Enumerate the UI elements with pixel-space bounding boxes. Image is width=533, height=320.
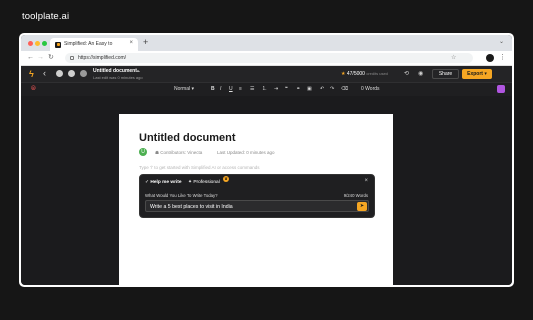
prompt-input[interactable]: Write a 5 best places to visit in India … bbox=[145, 200, 369, 212]
url-text: https://simplified.com/ bbox=[78, 55, 127, 61]
numbered-list-icon[interactable]: ⒈ bbox=[262, 85, 267, 93]
forward-icon[interactable]: → bbox=[37, 53, 44, 63]
tab-help-label: Help me write bbox=[150, 180, 182, 185]
ai-writer-popup: ✓ Help me write ✦ Professional ♛ × What … bbox=[139, 174, 375, 218]
new-tab-icon[interactable]: + bbox=[143, 38, 148, 47]
link-icon[interactable]: ⚭ bbox=[296, 85, 300, 93]
ai-assistant-icon[interactable] bbox=[497, 85, 505, 93]
contributors-text: ☗ Contributors: Vinecta bbox=[155, 150, 202, 156]
tab-strip: Simplified: An Easy to × + ⌄ bbox=[21, 35, 512, 51]
credits-label: credits used bbox=[366, 71, 388, 76]
tab-help-me-write[interactable]: ✓ Help me write bbox=[145, 180, 182, 185]
profile-avatar[interactable] bbox=[486, 54, 494, 62]
credits-value: 47/5000 bbox=[346, 71, 365, 77]
document-heading[interactable]: Untitled document bbox=[139, 132, 236, 144]
credits-indicator[interactable]: ★ 47/5000 credits used bbox=[341, 71, 388, 77]
doc-last-edit: Last edit was 0 minutes ago bbox=[93, 75, 143, 80]
browser-menu-icon[interactable]: ⋮ bbox=[499, 53, 506, 61]
popup-close-icon[interactable]: × bbox=[364, 178, 368, 184]
lock-icon bbox=[70, 55, 74, 60]
export-button[interactable]: Export ▾ bbox=[462, 69, 492, 79]
align-icon[interactable]: ≡ bbox=[239, 85, 242, 93]
editor-placeholder[interactable]: Type '/' to get started with Simplified … bbox=[139, 165, 260, 170]
editor-canvas: Untitled document U ☗ Contributors: Vine… bbox=[21, 96, 512, 285]
last-updated-text: Last Updated: 0 minutes ago bbox=[217, 150, 275, 155]
close-window-icon[interactable] bbox=[28, 41, 33, 46]
back-arrow-icon[interactable]: ‹ bbox=[43, 68, 46, 78]
quote-icon[interactable]: ❝ bbox=[285, 85, 288, 93]
paragraph-style-select[interactable]: Normal ▾ bbox=[174, 85, 194, 93]
simplified-favicon-icon bbox=[55, 41, 61, 48]
prompt-input-value: Write a 5 best places to visit in India bbox=[150, 204, 233, 210]
author-avatar: U bbox=[139, 148, 147, 156]
maximize-window-icon[interactable] bbox=[42, 41, 47, 46]
clock-icon[interactable] bbox=[56, 70, 63, 77]
tab-title: Simplified: An Easy to bbox=[64, 41, 113, 47]
cloud-saved-icon: ☁ bbox=[135, 68, 140, 74]
back-icon[interactable]: ← bbox=[27, 53, 34, 63]
tab-close-icon[interactable]: × bbox=[129, 40, 133, 46]
prompt-word-counter: 9/240 Words bbox=[343, 193, 368, 198]
voice-icon[interactable]: ⦾ bbox=[31, 86, 36, 93]
simplified-logo-icon[interactable]: ϟ bbox=[29, 69, 34, 79]
word-count: 0 Words bbox=[361, 86, 380, 92]
undo-icon[interactable]: ↶ bbox=[320, 85, 324, 93]
image-icon[interactable]: ▣ bbox=[307, 85, 312, 93]
share-label: Share bbox=[438, 71, 453, 77]
contributors-label: Contributors: Vinecta bbox=[160, 150, 203, 155]
add-icon[interactable] bbox=[68, 70, 75, 77]
app-header: ϟ ‹ Untitled document ☁ Last edit was 0 … bbox=[21, 66, 512, 83]
redo-icon[interactable]: ↷ bbox=[330, 85, 334, 93]
document-page[interactable]: Untitled document U ☗ Contributors: Vine… bbox=[119, 114, 393, 285]
brand-logo-text: toolplate.ai bbox=[22, 11, 70, 22]
formatting-toolbar: ⦾ Normal ▾ B I U ≡ ☰ ⒈ ⇥ ❝ ⚭ ▣ ↶ ↷ ⌫ 0 W… bbox=[21, 83, 512, 96]
tab-list-chevron-icon[interactable]: ⌄ bbox=[499, 38, 504, 45]
export-label: Export bbox=[467, 71, 483, 77]
reload-icon[interactable]: ↻ bbox=[48, 53, 54, 63]
minimize-window-icon[interactable] bbox=[35, 41, 40, 46]
address-bar: ← → ↻ https://simplified.com/ ☆ ⋮ bbox=[21, 51, 512, 66]
tab-professional-label: Professional bbox=[193, 180, 220, 185]
history-icon[interactable]: ⟲ bbox=[404, 70, 409, 77]
italic-button[interactable]: I bbox=[220, 85, 221, 93]
bold-button[interactable]: B bbox=[211, 85, 215, 93]
bookmark-star-icon[interactable]: ☆ bbox=[451, 54, 456, 61]
send-icon[interactable]: ➤ bbox=[357, 202, 367, 211]
share-button[interactable]: Share bbox=[432, 69, 459, 79]
underline-button[interactable]: U bbox=[229, 85, 233, 93]
tab-professional[interactable]: ✦ Professional bbox=[188, 180, 220, 185]
preview-eye-icon[interactable]: ◉ bbox=[418, 70, 423, 77]
indent-icon[interactable]: ⇥ bbox=[274, 85, 278, 93]
doc-title[interactable]: Untitled document bbox=[93, 68, 137, 74]
browser-tab[interactable]: Simplified: An Easy to × bbox=[50, 38, 138, 51]
style-select-value: Normal bbox=[174, 86, 191, 92]
clear-format-icon[interactable]: ⌫ bbox=[341, 85, 348, 93]
pro-crown-icon: ♛ bbox=[223, 176, 229, 182]
prompt-question: What Would You Like To Write Today? bbox=[145, 193, 218, 198]
browser-window: Simplified: An Easy to × + ⌄ ← → ↻ https… bbox=[21, 35, 512, 285]
credits-star-icon: ★ bbox=[341, 71, 346, 77]
url-field[interactable]: https://simplified.com/ bbox=[65, 53, 473, 63]
settings-icon[interactable] bbox=[80, 70, 87, 77]
browser-frame: Simplified: An Easy to × + ⌄ ← → ↻ https… bbox=[19, 33, 514, 287]
bullet-list-icon[interactable]: ☰ bbox=[250, 85, 254, 93]
